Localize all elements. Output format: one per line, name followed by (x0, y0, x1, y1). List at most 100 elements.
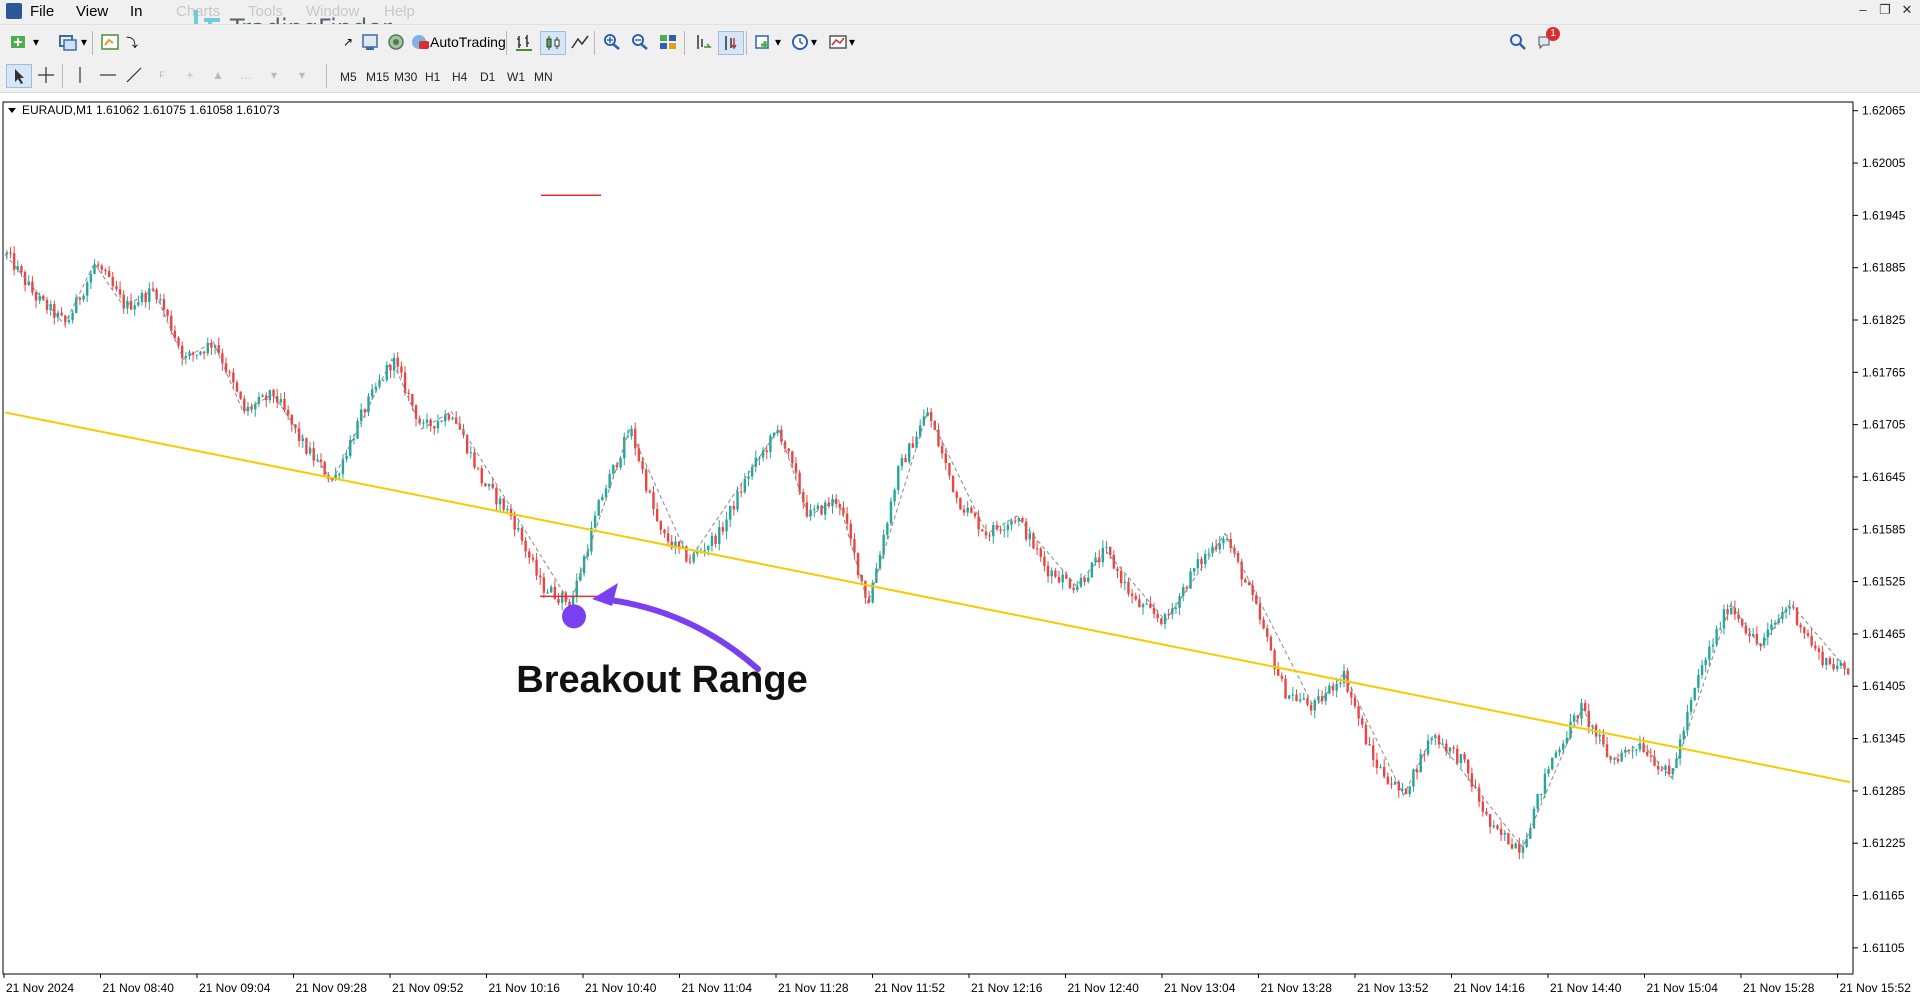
timeframe-w1[interactable]: W1 (507, 70, 525, 84)
fibonacci-icon[interactable]: F (150, 64, 174, 86)
candle-body (1533, 809, 1535, 829)
candle-body (305, 438, 307, 453)
standard-toolbar: ▾ ▾ ⤵ ↗ AutoTrading ▾ ▾ ▾ 1 (0, 24, 1920, 59)
candle-body (9, 252, 11, 253)
trendline-icon[interactable] (122, 64, 146, 86)
candle-body (1423, 754, 1425, 755)
zoom-in-icon[interactable] (600, 31, 624, 53)
timeframe-m5[interactable]: M5 (340, 70, 357, 84)
timeframe-h1[interactable]: H1 (425, 70, 440, 84)
candle-body (1222, 539, 1224, 543)
shapes-icon[interactable]: … (234, 64, 258, 86)
menu-file[interactable]: File (30, 3, 54, 20)
chevron-down-icon[interactable]: ▾ (78, 31, 90, 53)
chart-shift-icon[interactable] (690, 31, 714, 53)
chevron-down-icon[interactable]: ▾ (30, 31, 42, 53)
line-chart-icon[interactable] (568, 31, 592, 53)
price-chart[interactable]: Breakout Range EURAUD,M1 1.61062 1.61075… (0, 94, 1920, 1004)
autoscroll-icon[interactable] (718, 31, 744, 55)
candle-body (1120, 571, 1122, 583)
vertical-line-icon[interactable] (68, 64, 92, 86)
candle-body (1518, 844, 1520, 853)
candle-body (1058, 577, 1060, 583)
new-chart-icon[interactable] (8, 31, 32, 53)
navigator-icon[interactable]: ⤵ (120, 31, 144, 53)
candle-body (806, 502, 808, 516)
candle-body (729, 506, 731, 520)
price-label: 1.61465 (1862, 627, 1906, 641)
candle-body (1500, 829, 1502, 835)
candle-body (1540, 794, 1542, 795)
autotrading-button-label[interactable]: AutoTrading (430, 34, 506, 50)
candle-body (966, 508, 968, 513)
restore-icon[interactable]: ❐ (1874, 2, 1896, 20)
crosshair-icon[interactable] (34, 64, 58, 86)
market-watch-icon[interactable] (98, 31, 122, 53)
chevron-down-icon[interactable]: ▾ (846, 31, 858, 53)
menu-insert[interactable]: In (130, 3, 143, 20)
horizontal-line-icon[interactable] (96, 64, 120, 86)
time-label: 21 Nov 11:28 (778, 981, 849, 995)
candle-body (1496, 825, 1498, 828)
candle-body (1281, 676, 1283, 679)
candle-body (678, 541, 680, 546)
candle-body (1266, 628, 1268, 637)
minimize-icon[interactable]: – (1852, 2, 1874, 20)
timeframe-mn[interactable]: MN (534, 70, 553, 84)
price-label: 1.61165 (1862, 889, 1905, 903)
zoom-out-icon[interactable] (628, 31, 652, 53)
timeframe-m30[interactable]: M30 (394, 70, 417, 84)
candle-body (1284, 679, 1286, 699)
arrows-icon[interactable]: ▾ (262, 64, 286, 86)
menu-view[interactable]: View (76, 3, 108, 20)
candle-body (1124, 582, 1126, 583)
timeframe-h4[interactable]: H4 (452, 70, 467, 84)
candle-body (1489, 814, 1491, 827)
candle-body (1390, 784, 1392, 785)
candle-body (144, 293, 146, 302)
candle-body (1083, 578, 1085, 582)
candle-body (1135, 596, 1137, 599)
signals-icon[interactable] (384, 31, 408, 53)
timeframe-m15[interactable]: M15 (366, 70, 389, 84)
candle-body (1803, 627, 1805, 633)
candlestick-icon[interactable] (540, 31, 566, 55)
timeframe-d1[interactable]: D1 (480, 70, 495, 84)
candle-body (177, 338, 179, 346)
close-icon[interactable]: ✕ (1896, 2, 1918, 20)
price-label: 1.61225 (1862, 836, 1906, 850)
candle-body (1712, 645, 1714, 647)
bar-chart-icon[interactable] (512, 31, 536, 53)
candle-body (1525, 839, 1527, 847)
metaeditor-icon[interactable] (358, 31, 382, 53)
time-label: 21 Nov 10:40 (585, 981, 657, 995)
time-label: 21 Nov 13:04 (1164, 981, 1236, 995)
candle-body (766, 450, 768, 452)
price-label: 1.61885 (1862, 261, 1906, 275)
candle-body (1412, 769, 1414, 786)
tile-windows-icon[interactable] (656, 31, 680, 53)
chevron-down-icon[interactable]: ▾ (808, 31, 820, 53)
strategy-tester-icon[interactable]: ↗ (336, 31, 360, 53)
candle-body (218, 345, 220, 353)
cursor-icon[interactable] (6, 64, 32, 88)
candle-body (236, 382, 238, 391)
text-icon[interactable]: + (178, 64, 202, 86)
candle-body (795, 463, 797, 472)
candle-body (484, 483, 486, 486)
price-axis: 1.620651.620051.619451.618851.618251.617… (1853, 104, 1906, 955)
label-icon[interactable]: ▲ (206, 64, 230, 86)
candle-body (718, 527, 720, 544)
candle-body (1507, 833, 1509, 844)
candle-body (148, 288, 150, 302)
candle-body (1821, 652, 1823, 665)
chevron-down-icon[interactable]: ▾ (772, 31, 784, 53)
candle-body (437, 421, 439, 428)
time-label: 21 Nov 13:52 (1357, 981, 1429, 995)
period-separator-icon[interactable]: ▾ (290, 64, 314, 86)
search-icon[interactable] (1506, 31, 1530, 53)
profiles-icon[interactable] (56, 31, 80, 53)
autotrading-icon[interactable] (408, 31, 432, 53)
candle-body (1383, 767, 1385, 777)
chart-window[interactable]: Breakout Range EURAUD,M1 1.61062 1.61075… (0, 94, 1920, 1004)
